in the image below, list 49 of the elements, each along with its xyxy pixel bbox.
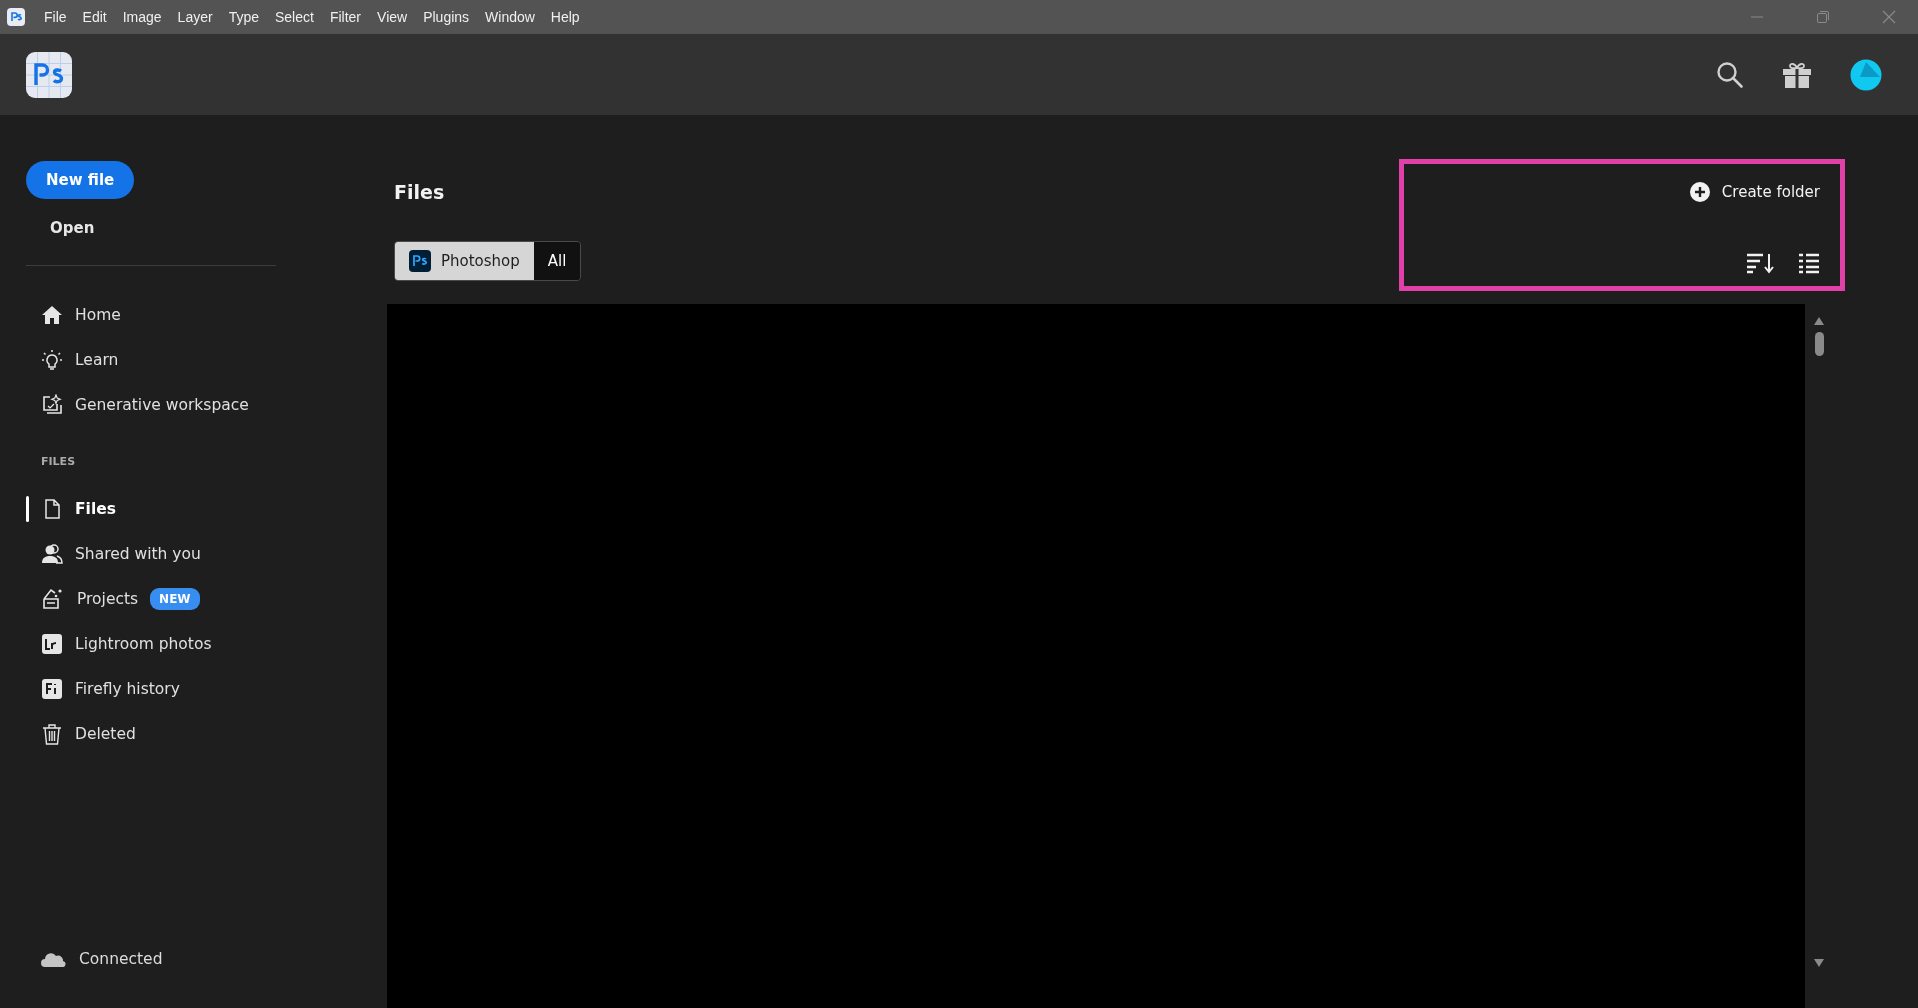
sparkle-frame-icon (41, 393, 63, 416)
menu-item[interactable]: Layer (177, 9, 213, 25)
avatar-icon[interactable] (1850, 58, 1882, 91)
menu-item[interactable]: File (44, 9, 67, 25)
sort-icon[interactable] (1746, 252, 1774, 274)
trash-icon (41, 722, 63, 745)
new-badge: NEW (150, 587, 200, 610)
search-icon[interactable] (1716, 60, 1744, 89)
new-file-button[interactable]: New file (26, 161, 135, 199)
nav-item[interactable]: Firefly history (26, 666, 387, 711)
section-heading: FILES (40, 455, 77, 468)
menu-item[interactable]: Window (485, 9, 535, 25)
nav-item[interactable]: Lightroom photos (26, 621, 387, 666)
menu-item[interactable]: Image (122, 9, 162, 25)
filter-tab[interactable]: All (533, 242, 581, 280)
nav-item[interactable]: Generative workspace (26, 382, 387, 427)
cloud-icon (41, 951, 67, 967)
scroll-thumb[interactable] (1814, 332, 1824, 356)
people-icon (41, 542, 63, 565)
nav-item[interactable]: Deleted (26, 711, 387, 756)
home-icon (41, 303, 63, 326)
nav-item[interactable]: Projects NEW (26, 576, 387, 621)
app-icon (409, 250, 431, 272)
nav-item[interactable]: Files (26, 486, 387, 531)
connection-status: Connected (79, 950, 163, 968)
open-button[interactable]: Open (26, 219, 119, 237)
scroll-down-icon[interactable] (1813, 958, 1825, 968)
menu-item[interactable]: Filter (329, 9, 362, 25)
lightbulb-icon (41, 348, 63, 371)
menu-item[interactable]: Help (550, 9, 580, 25)
app-icon (41, 677, 63, 700)
app-logo-icon[interactable] (26, 51, 72, 98)
filter-tab[interactable]: Photoshop (395, 242, 534, 280)
page-title: Files (394, 180, 446, 203)
menu-item[interactable]: Select (275, 9, 314, 25)
create-folder-button[interactable]: Create folder (1689, 182, 1820, 202)
app-icon (41, 632, 63, 655)
menu-item[interactable]: Plugins (423, 9, 470, 25)
add-icon (1689, 182, 1710, 202)
scroll-up-icon[interactable] (1813, 316, 1825, 326)
list-view-icon[interactable] (1798, 252, 1820, 274)
menu-item[interactable]: Type (228, 9, 259, 25)
gift-icon[interactable] (1782, 60, 1812, 89)
nav-item[interactable]: Home (26, 292, 387, 337)
nav-item[interactable]: Shared with you (26, 531, 387, 576)
nav-item[interactable]: Learn (26, 337, 387, 382)
menu-item[interactable]: View (377, 9, 408, 25)
app-logo-icon (6, 7, 26, 27)
menu-item[interactable]: Edit (82, 9, 107, 25)
